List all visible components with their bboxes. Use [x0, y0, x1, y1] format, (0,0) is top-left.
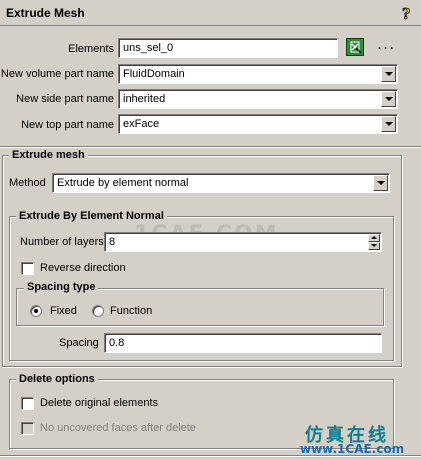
- panel-header: Extrude Mesh ?: [0, 0, 421, 26]
- volume-part-value: FluidDomain: [123, 68, 185, 80]
- spinner-buttons[interactable]: [368, 234, 380, 250]
- spacing-function-label: Function: [110, 305, 153, 317]
- elements-input[interactable]: uns_sel_0: [118, 38, 338, 58]
- spacing-fixed-radio[interactable]: [30, 305, 42, 317]
- no-uncovered-label: No uncovered faces after delete: [40, 422, 196, 434]
- spacing-function-radio[interactable]: [92, 305, 104, 317]
- chevron-down-icon[interactable]: [381, 116, 396, 132]
- delete-options-title: Delete options: [16, 373, 98, 385]
- spin-up-icon[interactable]: [368, 234, 380, 242]
- layers-value: 8: [109, 236, 116, 248]
- layers-label: Number of layers: [20, 236, 104, 248]
- svg-text:?: ?: [402, 4, 411, 23]
- reverse-direction-checkbox[interactable]: [21, 262, 34, 275]
- spacing-label: Spacing: [59, 337, 99, 349]
- help-question-icon[interactable]: ?: [400, 3, 416, 24]
- select-elements-icon[interactable]: [346, 38, 364, 56]
- element-normal-title: Extrude By Element Normal: [16, 210, 167, 222]
- side-part-label: New side part name: [16, 93, 114, 105]
- side-part-combo[interactable]: inherited: [118, 89, 398, 109]
- divider: [0, 146, 421, 148]
- spacing-input[interactable]: 0.8: [104, 333, 382, 353]
- watermark-url: www.1CAE.com: [300, 442, 405, 456]
- chevron-down-icon[interactable]: [381, 91, 396, 107]
- layers-spinner[interactable]: 8: [104, 232, 382, 252]
- volume-part-label: New volume part name: [0, 68, 114, 80]
- volume-part-combo[interactable]: FluidDomain: [118, 64, 398, 84]
- side-part-value: inherited: [123, 93, 166, 105]
- spacing-type-title: Spacing type: [24, 281, 99, 293]
- top-part-combo[interactable]: exFace: [118, 114, 398, 134]
- method-value: Extrude by element normal: [57, 177, 189, 189]
- delete-original-label: Delete original elements: [40, 397, 159, 409]
- more-options-button[interactable]: ...: [378, 40, 396, 52]
- chevron-down-icon[interactable]: [381, 66, 396, 82]
- panel-title: Extrude Mesh: [6, 6, 85, 20]
- elements-label: Elements: [68, 43, 114, 55]
- top-part-value: exFace: [123, 118, 160, 130]
- extrude-mesh-title: Extrude mesh: [9, 149, 88, 161]
- no-uncovered-checkbox[interactable]: [21, 422, 34, 435]
- method-label: Method: [9, 177, 46, 189]
- reverse-direction-label: Reverse direction: [40, 262, 126, 274]
- chevron-down-icon[interactable]: [373, 175, 388, 191]
- divider: [0, 455, 421, 457]
- top-part-label: New top part name: [21, 119, 114, 131]
- delete-original-checkbox[interactable]: [21, 397, 34, 410]
- spacing-fixed-label: Fixed: [50, 305, 77, 317]
- spin-down-icon[interactable]: [368, 242, 380, 250]
- method-combo[interactable]: Extrude by element normal: [52, 173, 390, 193]
